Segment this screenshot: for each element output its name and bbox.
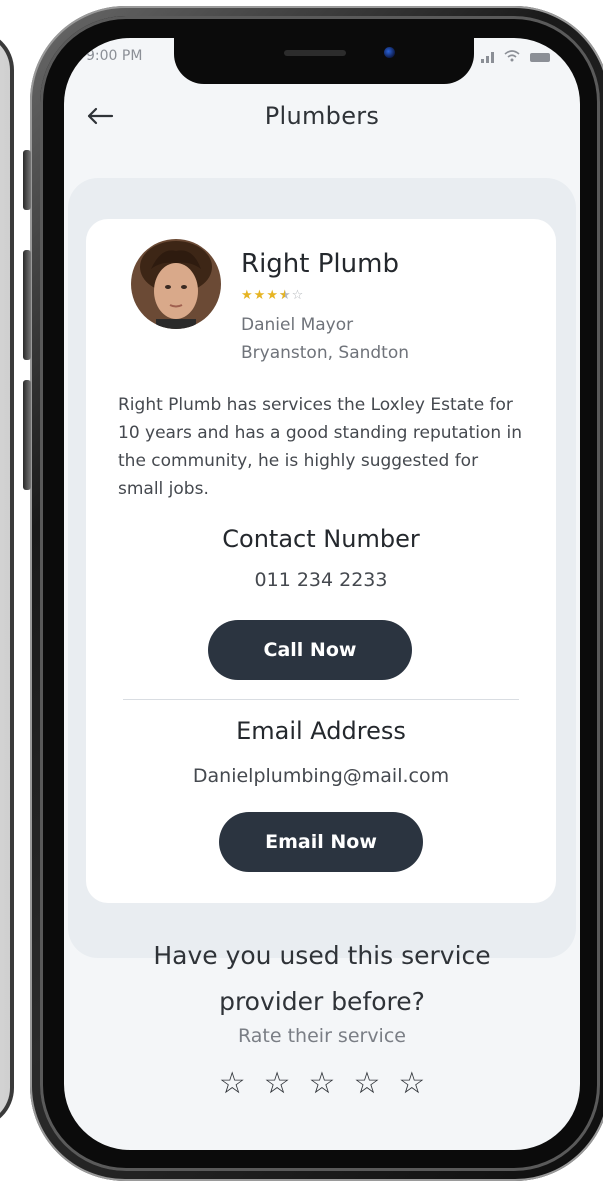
provider-card: Right Plumb ★ ★ ★ ★ ☆ Daniel Mayor Bryan… [86, 219, 556, 903]
rate-question: Have you used this service provider befo… [153, 941, 491, 1016]
email-address-title: Email Address [236, 717, 406, 745]
star-half-icon: ★ [279, 289, 291, 304]
avatar [131, 239, 221, 329]
provider-description: Right Plumb has services the Loxley Esta… [118, 395, 523, 499]
app-header: Plumbers [64, 98, 580, 138]
provider-rating: ★ ★ ★ ★ ☆ [241, 288, 304, 304]
call-now-button[interactable]: Call Now [208, 620, 412, 680]
phone-screen: 9:00 PM Plumbers Right Plumb ★ ★ ★ ★ ★ ☆… [64, 38, 580, 1150]
phone-volume-down-button [23, 380, 31, 490]
page-title: Plumbers [264, 102, 380, 130]
front-camera [384, 47, 395, 58]
rate-star-1-icon[interactable]: ☆ [219, 1068, 246, 1100]
section-divider [123, 699, 519, 700]
provider-owner: Daniel Mayor [241, 315, 354, 335]
star-filled-icon: ★ [266, 288, 278, 303]
provider-location: Bryanston, Sandton [241, 343, 410, 363]
rate-star-5-icon[interactable]: ☆ [398, 1068, 425, 1100]
contact-number-title: Contact Number [222, 525, 420, 553]
status-time: 9:00 PM [86, 48, 143, 64]
rate-star-2-icon[interactable]: ☆ [264, 1068, 291, 1100]
rate-stars: ☆ ☆ ☆ ☆ ☆ [64, 1068, 580, 1100]
rate-star-3-icon[interactable]: ☆ [309, 1068, 336, 1100]
speaker-grille [284, 50, 346, 56]
star-empty-icon: ☆ [291, 288, 304, 303]
signal-icon [481, 51, 494, 63]
battery-icon [530, 52, 550, 62]
phone-silent-switch [23, 150, 31, 210]
provider-name: Right Plumb [241, 249, 399, 279]
contact-number-value: 011 234 2233 [254, 569, 388, 591]
rate-star-4-icon[interactable]: ☆ [353, 1068, 380, 1100]
adjacent-phone-edge [0, 30, 14, 1128]
email-address-value: Danielplumbing@mail.com [192, 765, 450, 787]
phone-volume-up-button [23, 250, 31, 360]
screenshot-stage: 9:00 PM Plumbers Right Plumb ★ ★ ★ ★ ★ ☆… [0, 0, 603, 1184]
wifi-icon [504, 50, 520, 64]
star-filled-icon: ★ [241, 288, 253, 303]
rate-subtitle: Rate their service [238, 1025, 406, 1047]
status-icons [481, 50, 550, 64]
email-now-button[interactable]: Email Now [219, 812, 423, 872]
phone-notch [174, 38, 474, 84]
star-filled-icon: ★ [253, 288, 266, 303]
